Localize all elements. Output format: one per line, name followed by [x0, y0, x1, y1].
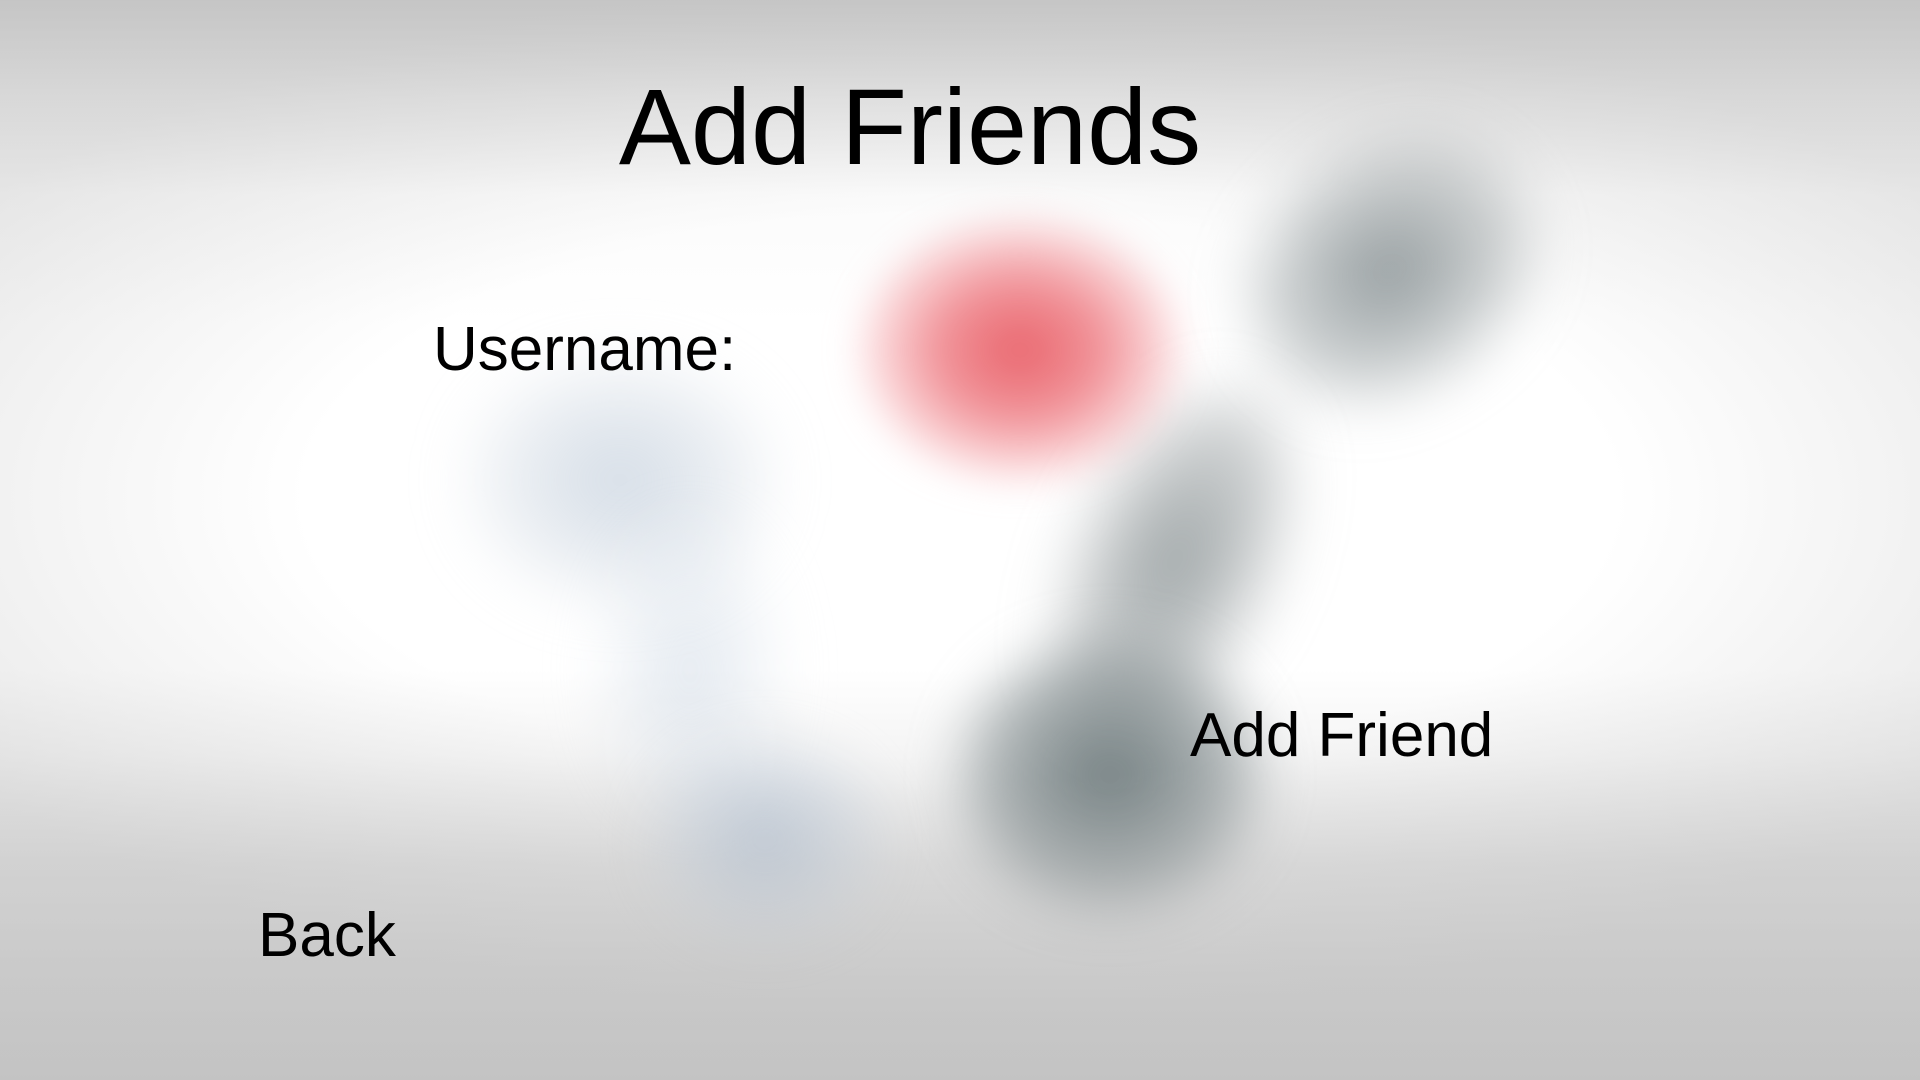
username-input[interactable]	[780, 310, 1360, 390]
page-title: Add Friends	[618, 66, 1202, 187]
back-button[interactable]: Back	[258, 895, 458, 975]
add-friend-button[interactable]: Add Friend	[1190, 690, 1530, 780]
username-label: Username:	[433, 315, 737, 384]
